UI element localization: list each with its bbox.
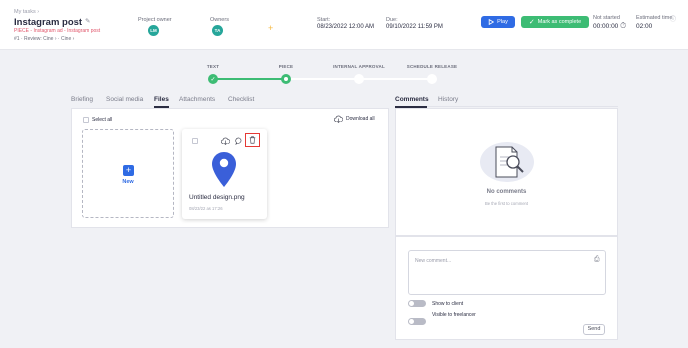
progress-line-done [213,78,286,80]
select-all-checkbox[interactable] [83,117,89,123]
stopwatch-icon[interactable]: ⏱ [620,21,626,31]
show-to-client-toggle[interactable] [408,300,426,307]
comment-composer: New comment... ⎙ Show to client Visible … [395,236,618,340]
tab-briefing[interactable]: Briefing [71,96,93,103]
owners-label: Owners [210,17,229,23]
step-label: PIECE [278,64,294,69]
visible-to-freelancer-toggle[interactable] [408,318,426,325]
task-meta: #1 · Review: Cine › · Cine › [14,36,75,42]
no-comments-title: No comments [486,189,527,195]
send-button[interactable]: Send [583,324,605,335]
estimated-time-label: Estimated time [636,15,673,21]
file-card[interactable]: Untitled design.png 08/23/22 as 17:26 [182,129,267,219]
no-comments-illustration [480,142,534,182]
link-icon[interactable]: ⚭ [73,18,78,25]
new-file-tile[interactable]: + New [82,129,174,218]
file-checkbox[interactable] [192,138,198,144]
tab-history[interactable]: History [438,96,458,103]
trash-icon[interactable] [249,136,256,144]
show-to-client-label: Show to client [432,301,464,307]
status-label: Not started [593,15,620,21]
due-label: Due: [386,17,398,23]
due-date[interactable]: 09/10/2022 11:59 PM [386,24,443,30]
file-date: 08/23/22 as 17:26 [189,206,223,211]
step-done-icon[interactable]: ✓ [208,74,218,84]
tab-files[interactable]: Files [154,96,169,103]
comment-icon[interactable] [235,137,243,145]
select-all-label[interactable]: Select all [92,117,112,123]
add-owner-icon[interactable]: + [268,23,273,33]
visible-to-freelancer-label: Visible to freelancer [432,312,476,318]
step-label: TEXT [206,64,220,69]
estimated-time-value: 02:00 [636,23,653,30]
file-name[interactable]: Untitled design.png [189,194,245,201]
project-owner-label: Project owner [138,17,172,23]
page-title: Instagram post [14,17,83,28]
tab-attachments[interactable]: Attachments [179,96,215,103]
download-all-button[interactable]: Download all [334,115,375,123]
breadcrumb[interactable]: My tasks › [14,9,39,15]
play-button[interactable]: Play [481,16,515,28]
timer: 00:00:00 [593,23,619,30]
start-label: Start: [317,17,331,23]
avatar[interactable]: TA [212,25,223,36]
step-label: SCHEDULE RELEASE [406,64,458,69]
tab-social-media[interactable]: Social media [106,96,143,103]
new-file-label: New [122,179,134,185]
comment-placeholder: New comment... [415,258,452,264]
plus-icon: + [123,165,134,176]
tab-comments[interactable]: Comments [395,96,429,103]
info-icon[interactable]: ⓘ [670,14,676,23]
mark-complete-button[interactable]: ✓ Mark as complete [521,16,589,28]
step-label: INTERNAL APPROVAL [333,64,385,69]
comment-input[interactable]: New comment... ⎙ [408,250,606,295]
start-date[interactable]: 08/23/2022 12:00 AM [317,24,374,30]
check-icon: ✓ [528,19,535,26]
attach-icon[interactable]: ⎙ [594,256,600,264]
piece-link[interactable]: PIECE - Instagram ad - Instagram post [14,28,100,34]
files-panel: Select all Download all + New Untitled d… [71,108,389,228]
step-current-dot[interactable] [281,74,291,84]
location-pin-icon [212,152,236,187]
step-todo-dot[interactable] [427,74,437,84]
cloud-download-icon[interactable] [221,137,230,145]
comments-tabs-divider [395,106,618,107]
no-comments-subtitle: Be the first to comment [484,201,529,206]
step-todo-dot[interactable] [354,74,364,84]
comments-list: No comments Be the first to comment [395,108,618,236]
edit-icon[interactable]: ✎ [85,17,90,25]
tab-checklist[interactable]: Checklist [228,96,254,103]
progress-tracker: TEXT ✓ PIECE INTERNAL APPROVAL SCHEDULE … [0,50,688,92]
task-header: My tasks › Instagram post ⚭ ✎ PIECE - In… [0,0,688,50]
cloud-download-icon [334,115,343,123]
avatar[interactable]: LM [148,25,159,36]
task-tabs: Briefing Social media Files Attachments … [71,96,391,108]
play-icon [488,19,495,25]
